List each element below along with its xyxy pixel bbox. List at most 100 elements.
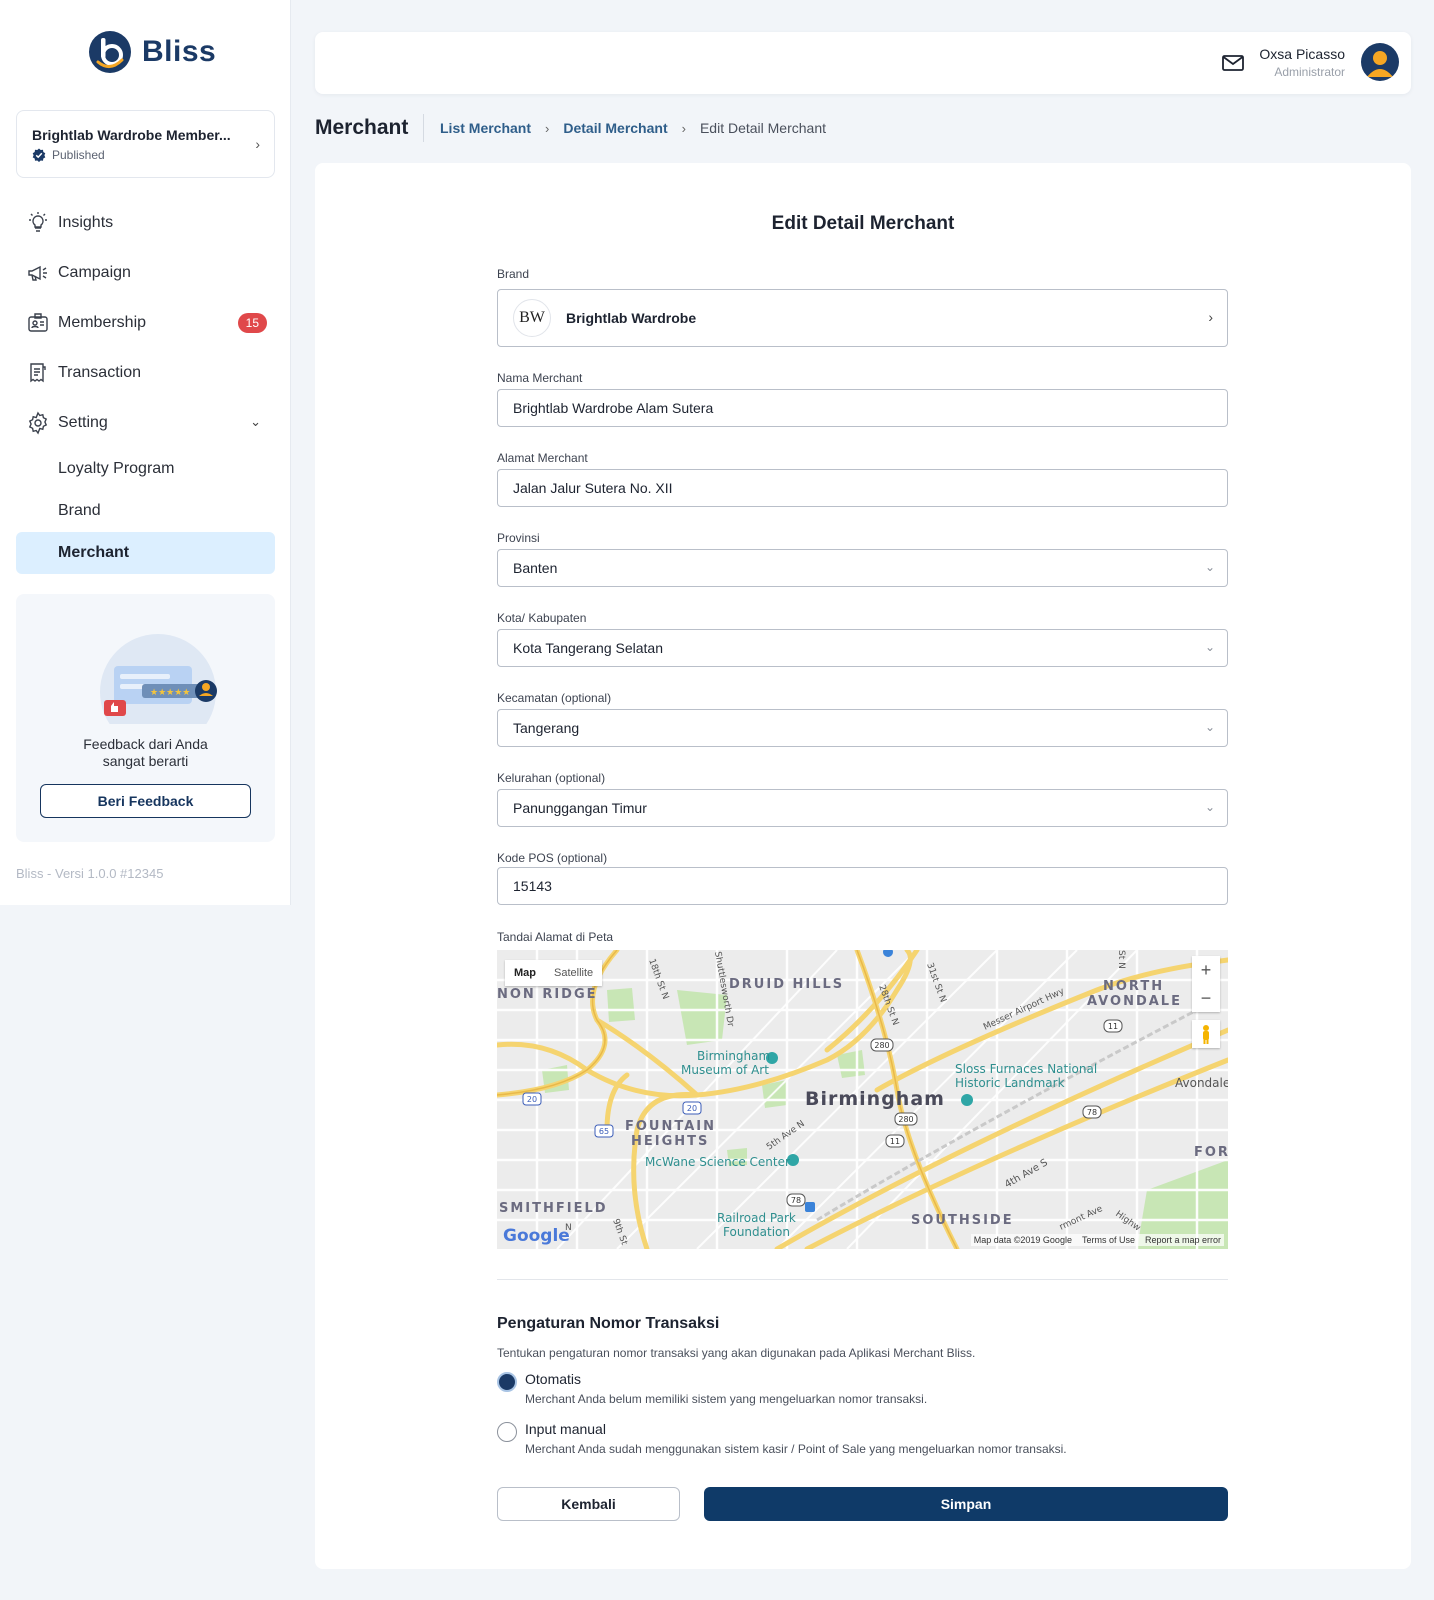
feedback-message: Feedback dari Anda sangat berarti	[16, 736, 275, 770]
map-attribution: Map data ©2019 Google Terms of Use Repor…	[970, 1234, 1224, 1246]
map-label: Tandai Alamat di Peta	[497, 930, 614, 944]
radio-manual-desc: Merchant Anda sudah menggunakan sistem k…	[525, 1442, 1067, 1456]
brand-switcher[interactable]: Brightlab Wardrobe Member... Published ›	[16, 110, 275, 178]
city-select[interactable]: Kota Tangerang Selatan ⌄	[497, 629, 1228, 667]
breadcrumb: List Merchant › Detail Merchant › Edit D…	[440, 120, 826, 136]
user-role: Administrator	[1274, 65, 1345, 79]
map-label-avondale: Avondale	[1175, 1076, 1228, 1090]
map-label-avondale-district: AVONDALE	[1087, 994, 1182, 1009]
subdistrict-select[interactable]: Panunggangan Timur ⌄	[497, 789, 1228, 827]
notification-badge: 15	[237, 313, 267, 333]
bliss-logo-icon	[89, 31, 131, 73]
sidebar-item-transaction[interactable]: Transaction	[16, 348, 275, 398]
zoom-in-button[interactable]: +	[1192, 956, 1220, 984]
chevron-right-icon: ›	[681, 120, 686, 136]
status-label: Published	[52, 148, 105, 162]
breadcrumb-list-merchant[interactable]: List Merchant	[440, 120, 531, 136]
gear-icon	[28, 411, 48, 435]
location-map[interactable]: 20 20 65 280 280 11 11 78 78 DRUID HILLS…	[497, 950, 1228, 1249]
megaphone-icon	[28, 265, 47, 281]
give-feedback-button[interactable]: Beri Feedback	[40, 784, 251, 818]
map-label-druid-hills: DRUID HILLS	[729, 977, 844, 992]
breadcrumb-detail-merchant[interactable]: Detail Merchant	[563, 120, 667, 136]
province-value: Banten	[513, 560, 558, 576]
map-zoom-controls: + −	[1192, 956, 1220, 1012]
zoom-out-button[interactable]: −	[1192, 984, 1220, 1012]
subdistrict-label: Kelurahan (optional)	[497, 771, 606, 785]
feedback-illustration: ★★★★★	[100, 634, 217, 724]
sidebar-subitem-loyalty-program[interactable]: Loyalty Program	[16, 448, 275, 490]
breadcrumb-current: Edit Detail Merchant	[699, 120, 827, 136]
radio-manual-label[interactable]: Input manual	[525, 1421, 606, 1437]
user-name: Oxsa Picasso	[1259, 46, 1345, 62]
radio-automatic-desc: Merchant Anda belum memiliki sistem yang…	[525, 1392, 928, 1406]
receipt-icon	[30, 363, 46, 383]
brand-value: Brightlab Wardrobe	[566, 310, 697, 326]
street-view-pegman-icon[interactable]	[1192, 1020, 1220, 1048]
map-canvas: 20 20 65 280 280 11 11 78 78 DRUID HILLS…	[497, 950, 1228, 1249]
radio-manual[interactable]	[497, 1422, 517, 1442]
map-label-st-n: St N	[1116, 950, 1126, 969]
avatar[interactable]	[1361, 43, 1399, 81]
sidebar-item-insights[interactable]: Insights	[16, 198, 275, 248]
shield-280b-label: 280	[898, 1115, 913, 1124]
map-label-sloss-line2: Historic Landmark	[955, 1076, 1065, 1090]
sidebar-nav: Insights Campaign Membership 15 Transact…	[16, 198, 275, 574]
app-version: Bliss - Versi 1.0.0 #12345	[16, 866, 164, 881]
merchant-address-input[interactable]: Jalan Jalur Sutera No. XII	[497, 469, 1228, 507]
radio-automatic[interactable]	[497, 1372, 517, 1392]
mail-icon[interactable]	[1222, 54, 1244, 72]
user-avatar-icon	[1367, 51, 1393, 77]
save-button[interactable]: Simpan	[704, 1487, 1228, 1521]
map-label-museum-line1: Birmingham	[697, 1049, 770, 1063]
back-button[interactable]: Kembali	[497, 1487, 680, 1521]
sidebar-item-setting[interactable]: Setting ⌄	[16, 398, 275, 448]
map-label-railroad-line1: Railroad Park	[717, 1211, 796, 1225]
map-label-railroad-line2: Foundation	[723, 1225, 790, 1239]
brand-select[interactable]: BW Brightlab Wardrobe ›	[497, 289, 1228, 347]
map-type-toggle: Map Satellite	[505, 960, 603, 986]
section-divider	[497, 1279, 1228, 1280]
postal-code-input[interactable]: 15143	[497, 867, 1228, 905]
sidebar-item-label: Campaign	[58, 264, 131, 281]
transaction-settings-title: Pengaturan Nomor Transaksi	[497, 1315, 720, 1332]
page-title: Merchant	[315, 116, 409, 139]
chevron-down-icon: ⌄	[1204, 560, 1215, 574]
sidebar-item-membership[interactable]: Membership 15	[16, 298, 275, 348]
sidebar: Bliss Brightlab Wardrobe Member... Publi…	[0, 0, 291, 905]
map-report-link[interactable]: Report a map error	[1145, 1235, 1221, 1245]
map-label-smithfield: SMITHFIELD	[499, 1201, 608, 1216]
brand-switcher-status: Published	[32, 148, 105, 162]
chevron-down-icon: ⌄	[1204, 640, 1215, 654]
radio-automatic-label[interactable]: Otomatis	[525, 1371, 581, 1387]
map-label-museum-line2: Museum of Art	[681, 1063, 769, 1077]
member-card-icon	[28, 313, 48, 332]
map-label-sloss-line1: Sloss Furnaces National	[955, 1062, 1097, 1076]
merchant-name-label: Nama Merchant	[497, 371, 583, 385]
sidebar-item-label: Transaction	[58, 364, 141, 381]
map-terms-link[interactable]: Terms of Use	[1082, 1235, 1135, 1245]
merchant-name-input[interactable]: Brightlab Wardrobe Alam Sutera	[497, 389, 1228, 427]
feedback-panel: ★★★★★ Feedback dari Anda sangat berarti …	[16, 594, 275, 842]
province-label: Provinsi	[497, 531, 540, 545]
title-divider	[423, 114, 424, 142]
lightbulb-icon	[29, 212, 47, 232]
sidebar-subitem-brand[interactable]: Brand	[16, 490, 275, 532]
province-select[interactable]: Banten ⌄	[497, 549, 1228, 587]
logo[interactable]: Bliss	[88, 30, 216, 74]
merchant-address-label: Alamat Merchant	[497, 451, 588, 465]
map-type-map[interactable]: Map	[505, 967, 545, 979]
city-label: Kota/ Kabupaten	[497, 611, 587, 625]
sidebar-item-campaign[interactable]: Campaign	[16, 248, 275, 298]
shield-11a-label: 11	[890, 1137, 900, 1146]
map-label-heights: HEIGHTS	[631, 1134, 709, 1149]
map-type-satellite[interactable]: Satellite	[545, 967, 602, 979]
shield-65-label: 65	[599, 1127, 609, 1136]
map-label-for: FOR	[1194, 1145, 1228, 1160]
district-select[interactable]: Tangerang ⌄	[497, 709, 1228, 747]
city-value: Kota Tangerang Selatan	[513, 640, 663, 656]
transaction-settings-description: Tentukan pengaturan nomor transaksi yang…	[497, 1346, 976, 1360]
district-label: Kecamatan (optional)	[497, 691, 612, 705]
shield-20a-label: 20	[527, 1095, 537, 1104]
sidebar-subitem-merchant[interactable]: Merchant	[16, 532, 275, 574]
